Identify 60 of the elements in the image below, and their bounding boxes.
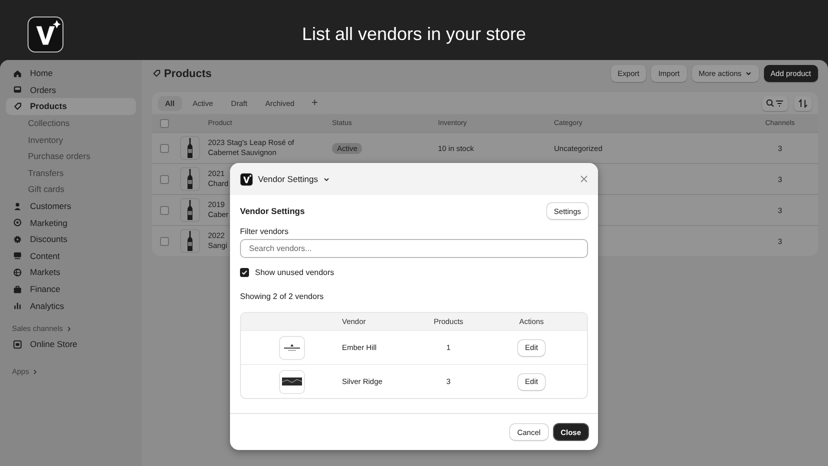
v-logo-icon [27,16,64,53]
gear-icon [13,234,22,244]
search-field[interactable]: Search vendors... [240,239,588,258]
tag-icon [152,69,161,78]
row-checkbox[interactable] [160,206,169,214]
page-title: Products [164,68,212,80]
store-icon [13,340,22,349]
search-filter-icon [766,98,784,108]
inbox-icon [13,85,22,94]
sidebar-item[interactable]: Products [6,98,136,115]
row-checkbox[interactable] [160,174,169,184]
field-label: Filter vendors [240,227,290,236]
close-icon[interactable] [580,175,588,183]
sidebar-item[interactable]: Customers [6,198,136,214]
sidebar-item[interactable]: Discounts [6,230,136,248]
sidebar-item[interactable]: Markets [6,264,136,281]
add-tab-button[interactable]: + [305,96,324,110]
sidebar-item[interactable]: Finance [6,280,136,298]
bar-chart-icon [13,301,22,310]
v-logo-icon [240,172,253,186]
tag-icon [13,102,22,111]
row-checkbox[interactable] [160,236,169,246]
chevron-right-icon [32,368,38,374]
bottle-icon [187,200,193,220]
sidebar-subitem[interactable]: Purchase orders [6,148,136,165]
row-checkbox[interactable] [160,144,169,152]
sidebar-item[interactable]: Orders [6,82,136,98]
sort-icon [798,98,808,108]
bottle-icon [187,138,193,158]
chevron-right-icon [66,326,72,332]
sidebar-item[interactable]: Content [6,248,136,264]
checkbox-label: Show unused vendors [255,268,334,277]
sidebar-subitem[interactable]: Gift cards [6,181,136,198]
sidebar-item[interactable]: Home [6,65,136,82]
result-count: Showing 2 of 2 vendors [240,292,325,301]
checkbox[interactable] [240,268,249,277]
sidebar-item[interactable]: Analytics [6,297,136,314]
bottle-icon [187,169,193,189]
sidebar-item[interactable]: Marketing [6,214,136,231]
select-all-checkbox[interactable] [160,118,169,128]
chevron-down-icon [323,176,330,182]
section-heading: Vendor Settings [240,206,305,216]
home-icon [13,68,22,78]
sort-button[interactable] [794,96,812,110]
vendor-logo [278,336,304,360]
briefcase-icon [13,284,22,294]
sidebar-subitem[interactable]: Inventory [6,131,136,148]
monitor-icon [13,251,22,260]
vendor-logo [278,370,304,394]
sidebar-subitem[interactable]: Collections [6,114,136,132]
search-filter-button[interactable] [762,96,788,110]
sidebar-subitem[interactable]: Transfers [6,164,136,182]
person-icon [13,202,22,211]
dialog-title: Vendor Settings [258,174,318,184]
globe-icon [13,268,22,277]
bottle-icon [187,231,193,251]
target-icon [13,218,22,228]
chevron-down-icon [744,70,752,77]
sidebar-item[interactable]: Online Store [6,336,136,352]
page-heading: List all vendors in your store [302,22,526,44]
